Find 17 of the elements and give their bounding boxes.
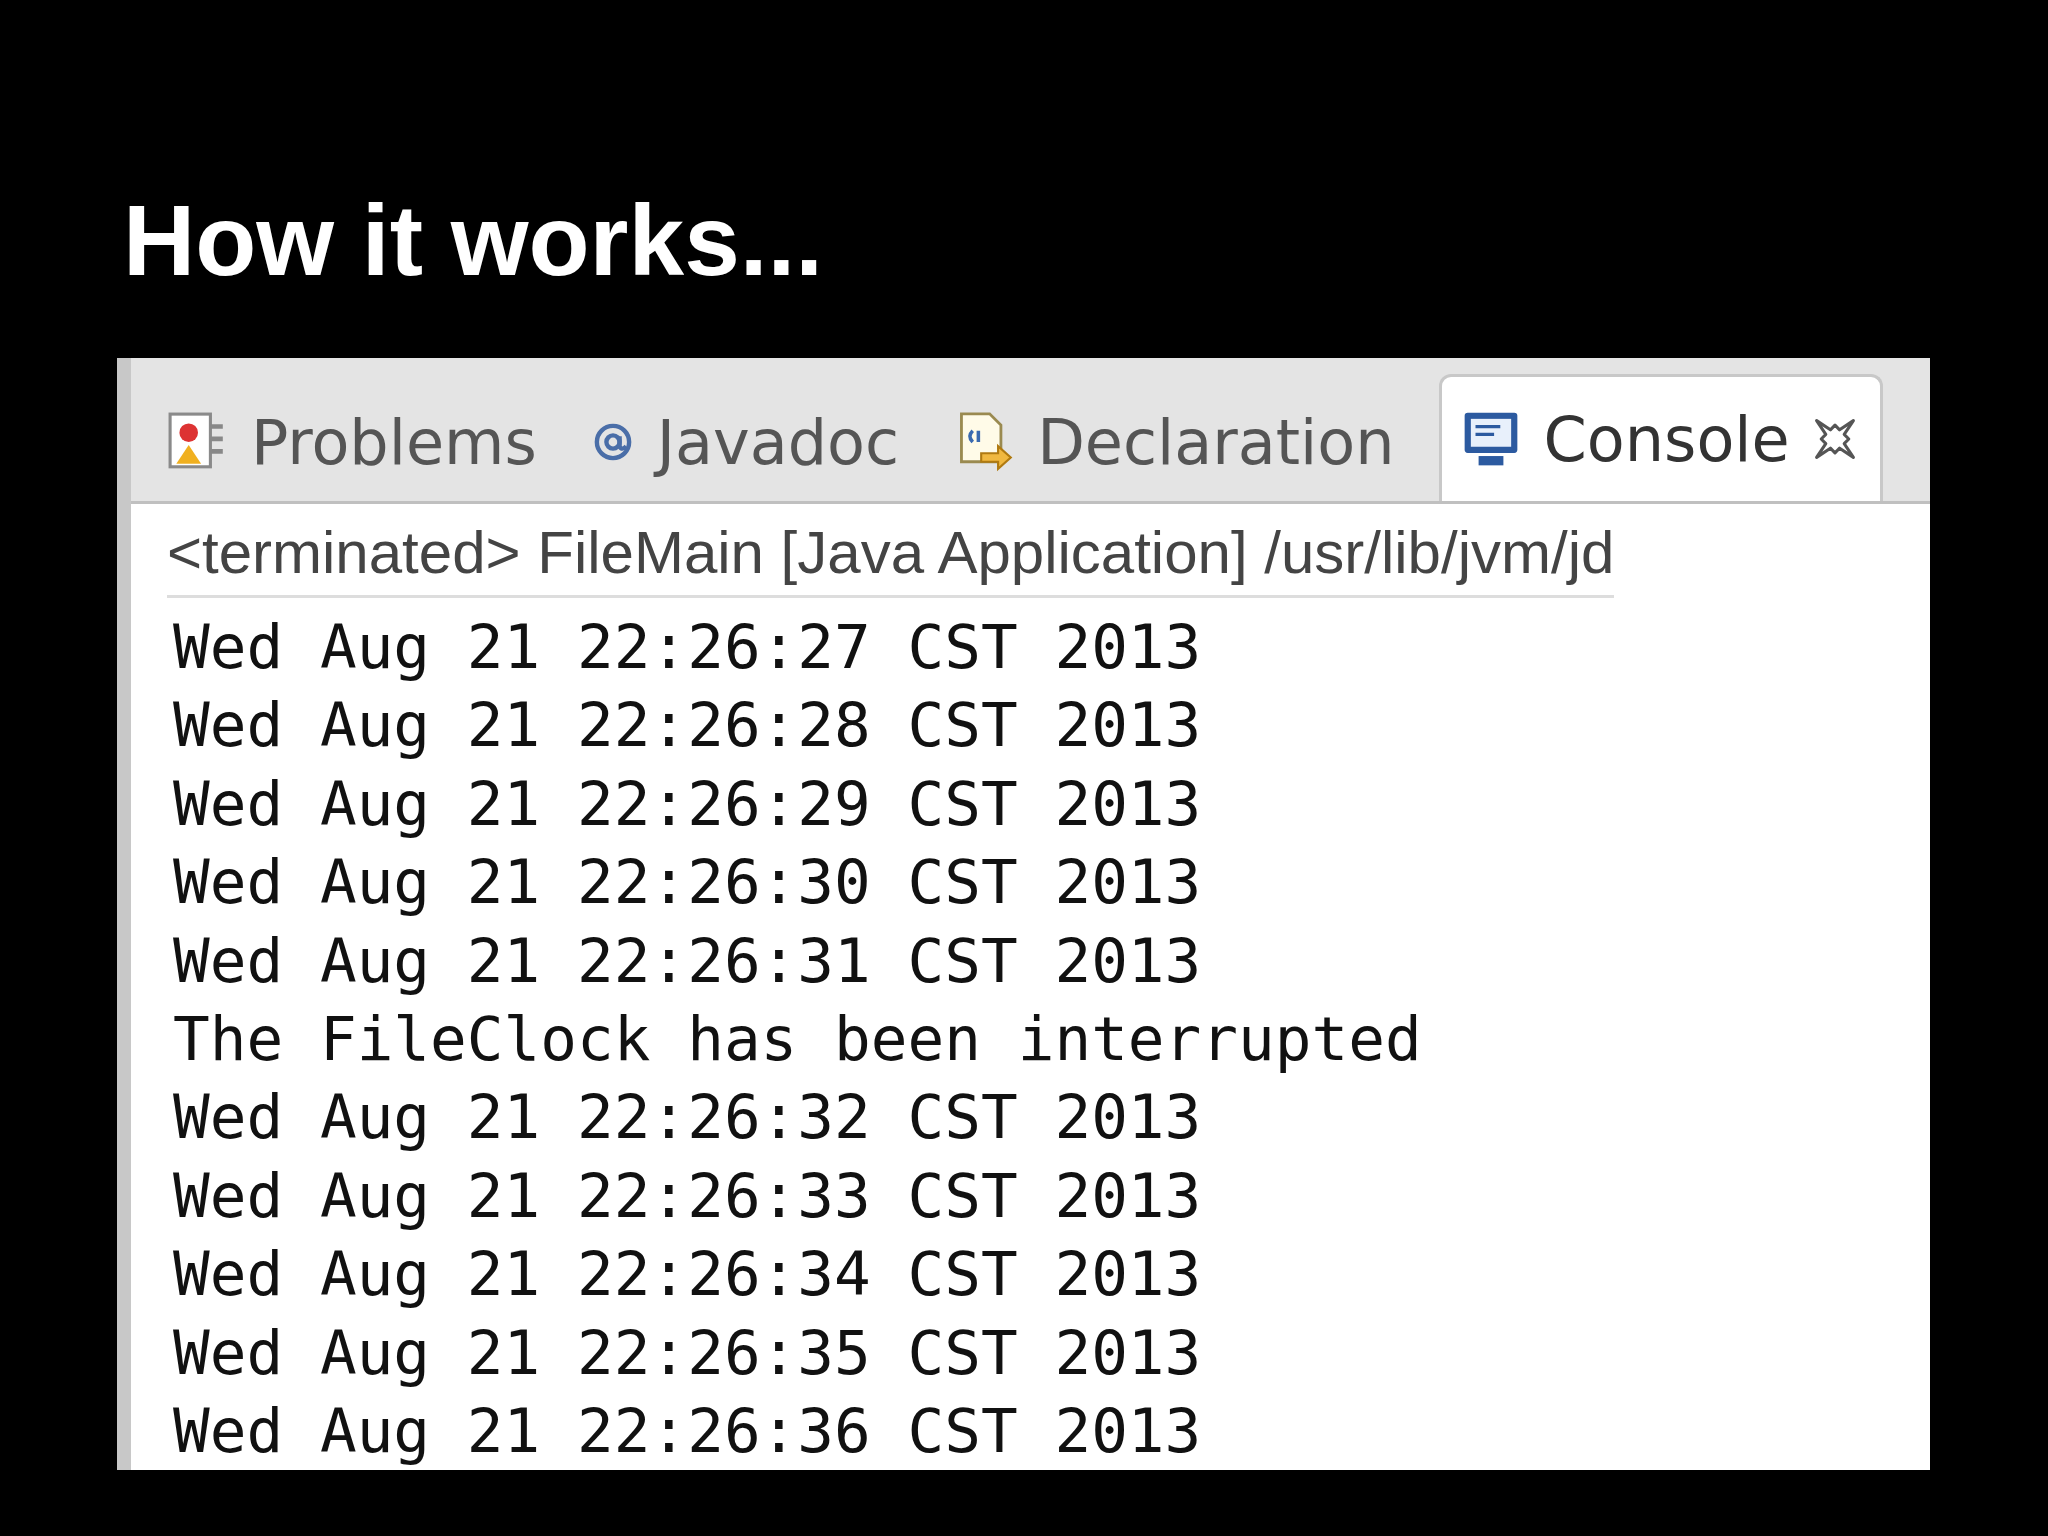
console-line: Wed Aug 21 22:26:33 CST 2013 bbox=[173, 1158, 1202, 1233]
console-line: The FileClock has been interrupted bbox=[173, 1002, 1422, 1077]
slide-title: How it works... bbox=[123, 183, 824, 298]
console-line: Wed Aug 21 22:26:34 CST 2013 bbox=[173, 1237, 1202, 1312]
console-line: Wed Aug 21 22:26:36 CST 2013 bbox=[173, 1394, 1202, 1469]
console-line: Wed Aug 21 22:26:27 CST 2013 bbox=[173, 610, 1202, 684]
tab[interactable]: Declaration bbox=[935, 383, 1417, 501]
console-line: Wed Aug 21 22:26:31 CST 2013 bbox=[173, 923, 1202, 998]
console-header: <terminated> FileMain [Java Application] /usr/lib/jvm/jd bbox=[167, 518, 1615, 598]
console-line: Wed Aug 21 22:26:32 CST 2013 bbox=[173, 1080, 1202, 1155]
tab[interactable]: Console bbox=[1438, 374, 1883, 501]
tab[interactable]: Problems bbox=[149, 383, 559, 501]
tab[interactable]: Javadoc bbox=[572, 383, 922, 501]
console-line: Wed Aug 21 22:26:35 CST 2013 bbox=[173, 1315, 1202, 1390]
console-line: Wed Aug 21 22:26:29 CST 2013 bbox=[173, 766, 1202, 841]
console-line: Wed Aug 21 22:26:28 CST 2013 bbox=[173, 688, 1202, 763]
console-line: Wed Aug 21 22:26:30 CST 2013 bbox=[173, 845, 1202, 920]
